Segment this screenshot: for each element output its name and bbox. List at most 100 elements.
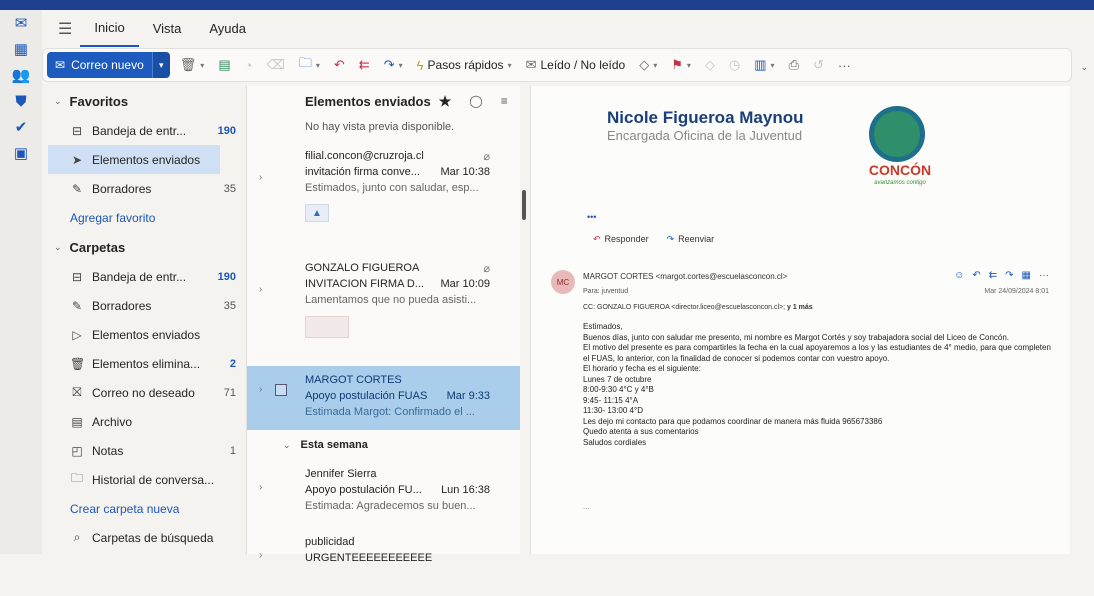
apps-icon[interactable]: ▣ [0, 140, 42, 166]
forward-quick-button[interactable]: ↷ Reenviar [667, 234, 715, 245]
create-folder-link[interactable]: Crear carpeta nueva [42, 494, 246, 523]
search-folder-icon: ⌕ [73, 530, 81, 544]
body-line: 8:00-9:30 4°C y 4°B [583, 385, 654, 394]
emoji-icon[interactable]: ☺ [954, 270, 964, 281]
ribbon-expand-icon[interactable]: ⌄ [1080, 62, 1088, 73]
folder-label: Notas [92, 443, 124, 458]
folder-item-drafts[interactable]: ✎ Borradores 35 [42, 291, 246, 320]
delete-button[interactable]: 🗑 ▾ [176, 57, 209, 73]
tab-vista[interactable]: Vista [139, 10, 196, 48]
read-unread-label: Leído / No leído [540, 58, 626, 72]
new-mail-dropdown[interactable]: ▾ [151, 52, 170, 78]
message-time: Mar 10:09 [440, 278, 490, 290]
favorites-header[interactable]: ⌄ Favoritos [42, 86, 246, 116]
reply-all-icon: ⇇ [358, 57, 370, 72]
apps-icon[interactable]: ▦ [1022, 270, 1031, 281]
body-line: Quedo atenta a sus comentarios [583, 427, 699, 436]
pin-button[interactable]: ◇ [701, 57, 719, 73]
todo-icon[interactable]: ✔ [0, 114, 42, 140]
snooze-button[interactable]: ◷ [725, 57, 744, 73]
list-item[interactable]: › Jennifer Sierra Apoyo postulación FU..… [247, 460, 520, 528]
cc-recipients[interactable]: GONZALO FIGUEROA <director.liceo@escuela… [597, 304, 785, 311]
folder-item-search-folders[interactable]: ⌕ Carpetas de búsqueda [42, 523, 246, 552]
add-favorite-link[interactable]: Agregar favorito [42, 203, 246, 232]
message-subject-row: INVITACION FIRMA D... Mar 10:09 [305, 276, 490, 292]
quick-actions: ↶ Responder ↷ Reenviar [593, 234, 714, 245]
select-icon[interactable]: ◯ [469, 94, 482, 108]
flag-button[interactable]: ⚑ ▾ [667, 57, 695, 73]
report-button[interactable]: ◔ [241, 58, 257, 73]
reply-button[interactable]: ↶ [330, 57, 349, 73]
group-header-week[interactable]: ⌄ Esta semana [247, 430, 520, 460]
reply-all-button[interactable]: ⇇ [355, 57, 374, 73]
quick-steps-button[interactable]: ϟ Pasos rápidos ▾ [413, 58, 516, 73]
tab-ayuda[interactable]: Ayuda [195, 10, 260, 48]
folder-label: Elementos elimina... [92, 356, 201, 371]
undo-button[interactable]: ↺ [809, 57, 828, 73]
folder-item-inbox-fav[interactable]: ⊟ Bandeja de entr... 190 [42, 116, 246, 145]
chevron-right-icon[interactable]: › [259, 384, 262, 395]
forward-button[interactable]: ↷ ▾ [380, 57, 407, 73]
folders-header[interactable]: ⌄ Carpetas [42, 232, 246, 262]
chevron-right-icon[interactable]: › [259, 172, 262, 183]
image-attachment-icon[interactable]: ▲ [305, 204, 329, 222]
folder-item-junk[interactable]: ⛝ Correo no deseado 71 [42, 378, 246, 407]
folder-item-drafts-fav[interactable]: ✎ Borradores 35 [42, 174, 246, 203]
read-unread-button[interactable]: ✉ Leído / No leído [522, 57, 630, 73]
show-quoted-button[interactable]: ••• [587, 212, 596, 222]
list-item[interactable]: › ⌀ GONZALO FIGUEROA INVITACION FIRMA D.… [247, 254, 520, 366]
folder-item-inbox[interactable]: ⊟ Bandeja de entr... 190 [42, 262, 246, 291]
rules-button[interactable]: ▥ ▾ [750, 57, 778, 73]
more-icon: ··· [837, 57, 851, 73]
folder-item-history[interactable]: 🗀 Historial de conversa... [42, 465, 246, 494]
tab-inicio[interactable]: Inicio [80, 11, 139, 47]
folder-item-sent[interactable]: ▷ Elementos enviados [42, 320, 246, 349]
calendar-icon[interactable]: ▦ [0, 36, 42, 62]
message-from[interactable]: MARGOT CORTES <margot.cortes@escuelascon… [583, 272, 787, 281]
folder-item-deleted[interactable]: 🗑 Elementos elimina... 2 [42, 349, 246, 378]
mail-icon[interactable]: ✉ [0, 10, 42, 36]
list-item[interactable]: › publicidad URGENTEEEEEEEEEEE [247, 528, 520, 596]
filter-icon[interactable]: ≡ [501, 94, 508, 108]
print-button[interactable]: ⎙ [785, 57, 803, 73]
list-item[interactable]: › ⌀ filial.concon@cruzroja.cl invitación… [247, 142, 520, 254]
body-line: El horario y fecha es el siguiente: [583, 364, 701, 373]
avatar[interactable]: MC [551, 270, 575, 294]
hamburger-icon[interactable]: ☰ [50, 19, 80, 39]
forward-icon[interactable]: ↷ [1005, 270, 1013, 281]
message-subject: INVITACION FIRMA D... [305, 278, 424, 290]
sweep-button[interactable]: ⌫ [262, 57, 288, 73]
more-icon[interactable]: ··· [1039, 270, 1049, 281]
cc-label: CC: [583, 304, 596, 311]
cc-more[interactable]: y 1 más [787, 304, 813, 311]
folder-item-sent-fav[interactable]: ➤ Elementos enviados [48, 145, 220, 174]
groups-icon[interactable]: ⛊ [0, 88, 42, 114]
reply-quick-button[interactable]: ↶ Responder [593, 234, 649, 245]
more-button[interactable]: ··· [834, 58, 855, 73]
reply-all-icon[interactable]: ⇇ [989, 270, 997, 281]
move-button[interactable]: 🗀 ▾ [295, 54, 324, 76]
attachment-thumbnail[interactable] [305, 316, 349, 338]
paperclip-icon: ⌀ [483, 151, 490, 163]
list-item-selected[interactable]: › MARGOT CORTES Apoyo postulación FUAS M… [247, 366, 520, 430]
chevron-right-icon[interactable]: › [259, 482, 262, 493]
star-icon[interactable]: ★ [439, 93, 452, 110]
new-mail-button[interactable]: ✉ Correo nuevo [47, 52, 152, 78]
reply-icon[interactable]: ↶ [972, 270, 980, 281]
create-folder-label: Crear carpeta nueva [70, 501, 180, 516]
chevron-down-icon: ▾ [398, 60, 403, 70]
list-header: Elementos enviados ★ ◯ ≡ [247, 86, 520, 116]
people-icon[interactable]: 👥 [0, 62, 42, 88]
folders-title: Carpetas [69, 239, 126, 255]
folder-item-notes[interactable]: ◰ Notas 1 [42, 436, 246, 465]
folder-item-archive[interactable]: ▤ Archivo [42, 407, 246, 436]
message-subject-row: Apoyo postulación FU... Lun 16:38 [305, 482, 490, 498]
chevron-right-icon[interactable]: › [259, 550, 262, 561]
archive-button[interactable]: ▤ [214, 57, 234, 73]
chevron-right-icon[interactable]: › [259, 284, 262, 295]
new-mail-label: Correo nuevo [71, 58, 144, 72]
list-scrollbar[interactable] [522, 190, 526, 220]
folder-label: Bandeja de entr... [92, 269, 187, 284]
select-checkbox[interactable] [275, 384, 287, 396]
categorize-button[interactable]: ◇ ▾ [635, 57, 661, 73]
